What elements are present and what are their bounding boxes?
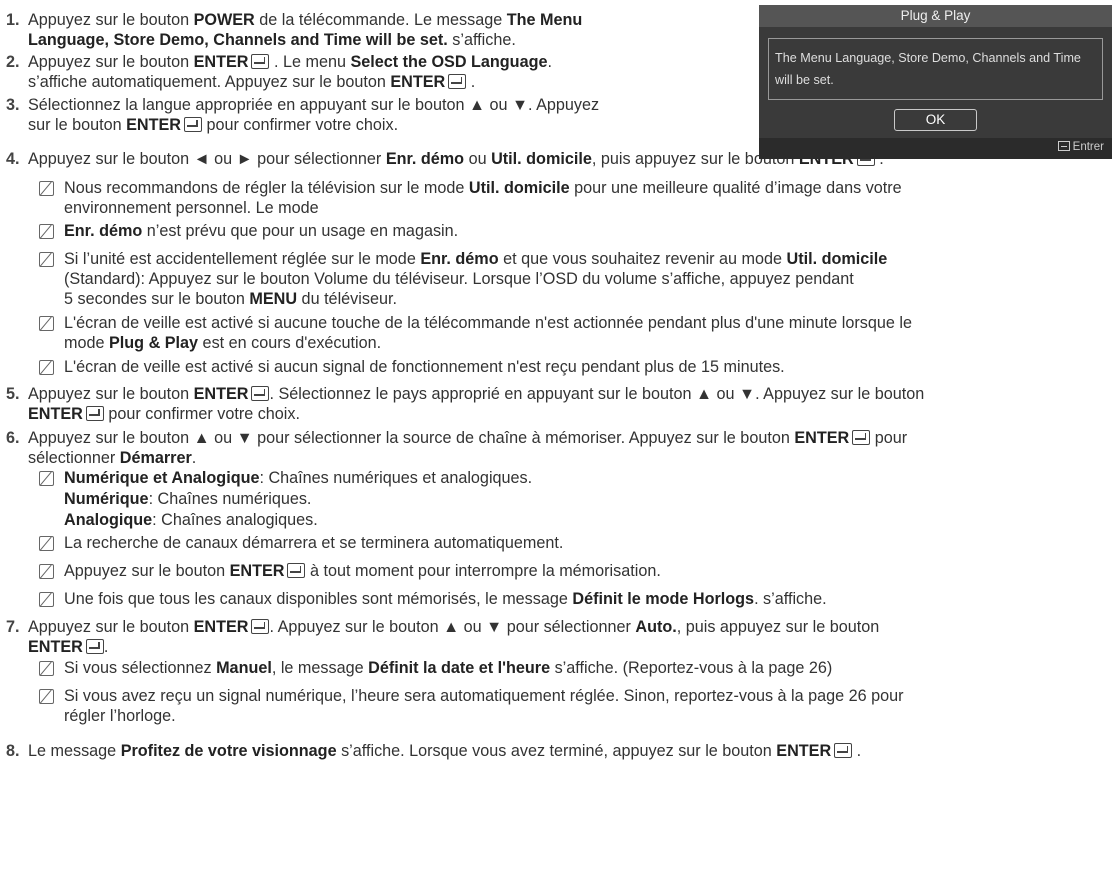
note-text: Si vous avez reçu un signal numérique, l… (64, 687, 904, 725)
enter-icon (251, 386, 270, 401)
note-text: Nous recommandons de régler la télévisio… (64, 179, 902, 217)
dialog-title: Plug & Play (759, 5, 1112, 27)
step-number: 1. (6, 11, 20, 29)
enter-icon (287, 563, 306, 578)
note-text: L'écran de veille est activé si aucune t… (64, 314, 912, 352)
note-text: Si vous sélectionnez Manuel, le message … (64, 659, 833, 677)
step-5-text: Appuyez sur le bouton ENTER. Sélectionne… (28, 385, 925, 423)
step-7-text: Appuyez sur le bouton ENTER. Appuyez sur… (28, 618, 880, 656)
step-number: 7. (6, 618, 20, 636)
note-icon (39, 360, 54, 375)
step-number: 6. (6, 429, 20, 447)
note-icon (39, 252, 54, 267)
enter-hint-label: Entrer (1072, 141, 1104, 153)
enter-icon (251, 54, 270, 69)
enter-icon (183, 117, 202, 132)
enter-icon (834, 743, 853, 758)
note-icon (39, 592, 54, 607)
note-text: Appuyez sur le bouton ENTER à tout momen… (64, 562, 661, 580)
step-2-text: Appuyez sur le bouton ENTER . Le menu Se… (28, 53, 552, 91)
dialog-footer: Entrer (759, 138, 1112, 159)
note-text: Numérique et Analogique: Chaînes numériq… (64, 469, 533, 529)
enter-icon (251, 619, 270, 634)
dialog-message: The Menu Language, Store Demo, Channels … (768, 38, 1103, 100)
step-number: 3. (6, 96, 20, 114)
note-icon (39, 471, 54, 486)
enter-icon (85, 639, 104, 654)
step-3-text: Sélectionnez la langue appropriée en app… (28, 96, 600, 134)
note-icon (39, 536, 54, 551)
enter-hint: Entrer (1057, 141, 1104, 153)
dialog-message-line: will be set. (775, 73, 834, 87)
step-6-text: Appuyez sur le bouton ▲ ou ▼ pour sélect… (28, 429, 908, 467)
dialog-message-line: The Menu Language, Store Demo, Channels … (775, 51, 1081, 65)
note-text: La recherche de canaux démarrera et se t… (64, 534, 564, 552)
enter-icon (448, 74, 467, 89)
note-icon (39, 316, 54, 331)
step-1-text: Appuyez sur le bouton POWER de la téléco… (28, 11, 583, 49)
plug-and-play-dialog: Plug & Play The Menu Language, Store Dem… (759, 5, 1112, 159)
note-icon (39, 224, 54, 239)
step-number: 5. (6, 385, 20, 403)
step-number: 8. (6, 742, 20, 760)
step-8-text: Le message Profitez de votre visionnage … (28, 742, 862, 760)
note-text: Une fois que tous les canaux disponibles… (64, 590, 827, 608)
enter-icon (85, 406, 104, 421)
step-number: 4. (6, 150, 20, 168)
note-icon (39, 689, 54, 704)
note-text: L'écran de veille est activé si aucun si… (64, 358, 785, 376)
note-icon (39, 564, 54, 579)
note-text: Enr. démo n’est prévu que pour un usage … (64, 222, 459, 240)
note-icon (39, 181, 54, 196)
enter-icon (1057, 141, 1070, 151)
note-text: Si l’unité est accidentellement réglée s… (64, 250, 888, 308)
enter-icon (852, 430, 871, 445)
step-number: 2. (6, 53, 20, 71)
ok-button[interactable]: OK (894, 109, 977, 131)
note-icon (39, 661, 54, 676)
